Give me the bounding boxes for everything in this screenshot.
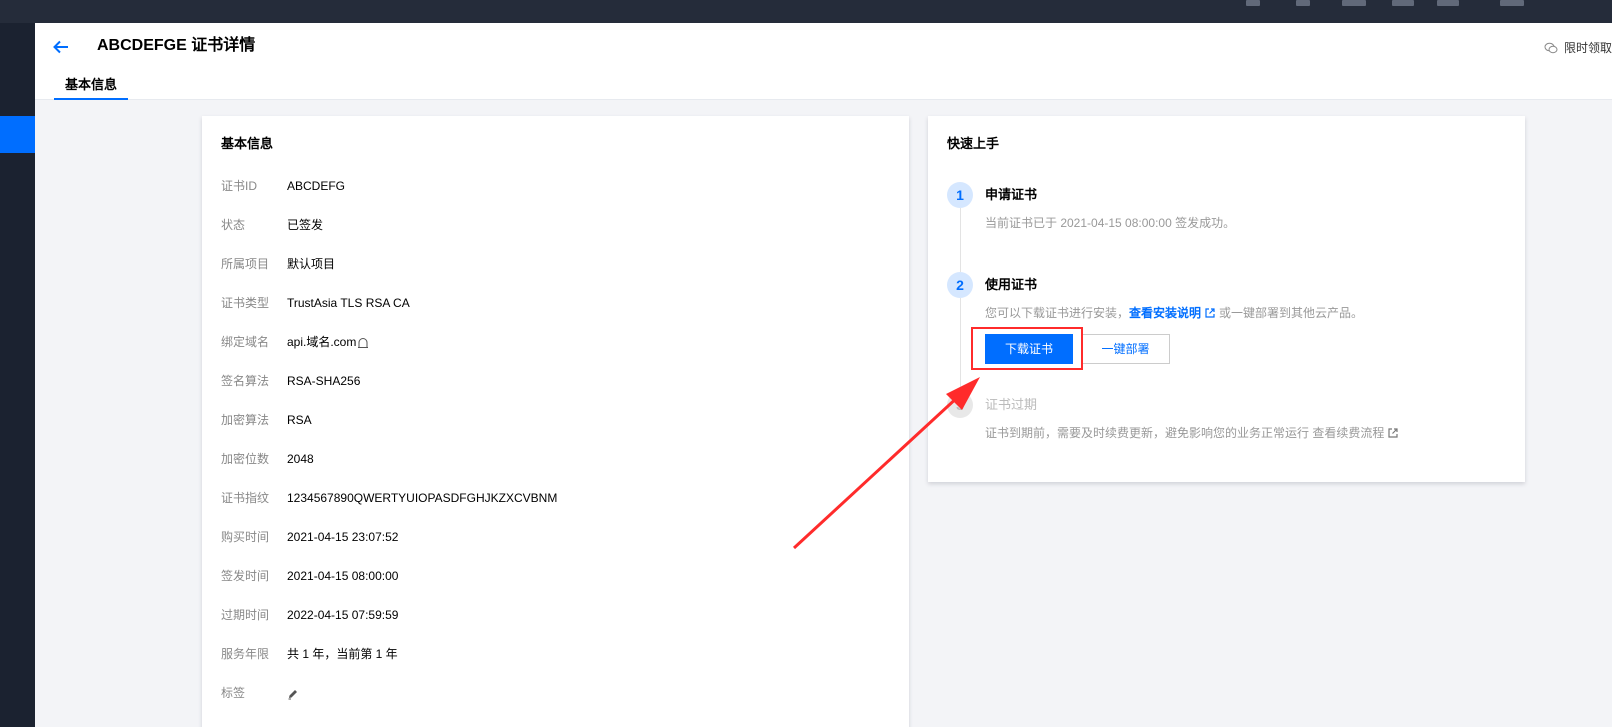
info-value: 默认项目 <box>287 257 336 271</box>
topbar-icon[interactable] <box>1296 0 1310 6</box>
info-value: RSA-SHA256 <box>287 374 361 388</box>
wechat-icon <box>1544 42 1558 53</box>
basic-info-card: 基本信息 证书ID ABCDEFG 状态 已签发 所属项目 默认项目 证书类型 … <box>202 116 909 727</box>
step-desc: 您可以下载证书进行安装， 查看安装说明 或一键部署到其他云产品。 <box>985 305 1363 321</box>
step-desc: 当前证书已于 2021-04-15 08:00:00 签发成功。 <box>985 216 1236 230</box>
sidebar <box>0 23 35 727</box>
promo-label: 限时领取 <box>1563 41 1612 55</box>
step-desc: 证书到期前，需要及时续费更新，避免影响您的业务正常运行 查看续费流程 <box>985 425 1402 441</box>
install-guide-link[interactable]: 查看安装说明 <box>1129 305 1219 321</box>
info-label: 绑定域名 <box>221 335 270 349</box>
one-click-deploy-button[interactable]: 一键部署 <box>1081 334 1170 364</box>
step-desc-post: 或一键部署到其他云产品。 <box>1219 306 1364 320</box>
info-row-tags: 标签 <box>221 685 299 702</box>
info-value: 1234567890QWERTYUIOPASDFGHJKZXCVBNM <box>287 491 558 505</box>
info-label: 证书类型 <box>221 296 270 310</box>
step-number: 1 <box>947 182 973 208</box>
step-connector <box>960 298 961 394</box>
page-title: ABCDEFGE 证书详情 <box>97 37 256 54</box>
info-row-expire-time: 过期时间 2022-04-15 07:59:59 <box>221 607 398 624</box>
step-number: 2 <box>947 272 973 298</box>
basic-info-title: 基本信息 <box>221 136 274 151</box>
sidebar-item-active[interactable] <box>0 116 35 153</box>
topbar-link[interactable] <box>1437 0 1459 6</box>
info-row-key-bits: 加密位数 2048 <box>221 451 314 468</box>
promo-link[interactable]: 限时领取 <box>1544 39 1612 56</box>
info-value: 已签发 <box>287 218 324 232</box>
topbar-icon[interactable] <box>1246 0 1260 6</box>
copy-icon[interactable] <box>357 337 369 349</box>
info-row-sign-algo: 签名算法 RSA-SHA256 <box>221 373 360 390</box>
info-label: 所属项目 <box>221 257 270 271</box>
page-header: ABCDEFGE 证书详情 限时领取 基本信息 <box>35 23 1612 100</box>
info-value: 共 1 年，当前第 1 年 <box>287 647 398 661</box>
back-arrow-icon[interactable] <box>52 38 70 56</box>
info-row-cert-id: 证书ID ABCDEFG <box>221 178 345 195</box>
info-label: 加密算法 <box>221 413 270 427</box>
tab-basic-info[interactable]: 基本信息 <box>54 74 128 100</box>
info-value: 2022-04-15 07:59:59 <box>287 608 399 622</box>
step-number: 3 <box>947 392 973 418</box>
info-value: ABCDEFG <box>287 179 346 193</box>
info-value: 2021-04-15 23:07:52 <box>287 530 399 544</box>
step-title: 使用证书 <box>985 277 1038 292</box>
topbar-link[interactable] <box>1342 0 1366 6</box>
external-link-icon[interactable] <box>1388 428 1398 438</box>
topbar-link[interactable] <box>1392 0 1414 6</box>
info-label: 证书ID <box>221 179 258 193</box>
info-label: 购买时间 <box>221 530 270 544</box>
topbar-link[interactable] <box>1500 0 1524 6</box>
info-label: 签名算法 <box>221 374 270 388</box>
info-row-cert-type: 证书类型 TrustAsia TLS RSA CA <box>221 295 410 312</box>
info-row-issue-time: 签发时间 2021-04-15 08:00:00 <box>221 568 398 585</box>
info-value: api.域名.com <box>287 334 369 351</box>
top-nav-bar <box>0 0 1612 23</box>
info-row-purchase-time: 购买时间 2021-04-15 23:07:52 <box>221 529 398 546</box>
highlight-box <box>971 327 1083 370</box>
quick-start-title: 快速上手 <box>947 136 1000 151</box>
step-title: 证书过期 <box>985 397 1038 412</box>
info-label: 加密位数 <box>221 452 270 466</box>
info-value: 2048 <box>287 452 314 466</box>
step-desc-text: 证书到期前，需要及时续费更新，避免影响您的业务正常运行 查看续费流程 <box>985 426 1385 440</box>
info-value <box>287 685 299 702</box>
step-connector <box>960 208 961 272</box>
external-link-icon <box>1205 308 1215 318</box>
info-label: 过期时间 <box>221 608 270 622</box>
info-value: RSA <box>287 413 312 427</box>
info-row-fingerprint: 证书指纹 1234567890QWERTYUIOPASDFGHJKZXCVBNM <box>221 490 557 507</box>
domain-value: api.域名.com <box>287 335 357 349</box>
info-row-enc-algo: 加密算法 RSA <box>221 412 312 429</box>
quick-start-card: 快速上手 1 申请证书 当前证书已于 2021-04-15 08:00:00 签… <box>928 116 1525 482</box>
info-row-project: 所属项目 默认项目 <box>221 256 335 273</box>
info-label: 证书指纹 <box>221 491 270 505</box>
info-row-domain: 绑定域名 api.域名.com <box>221 334 369 351</box>
info-label: 签发时间 <box>221 569 270 583</box>
info-row-status: 状态 已签发 <box>221 217 323 234</box>
info-value: 2021-04-15 08:00:00 <box>287 569 399 583</box>
step-title: 申请证书 <box>985 187 1038 202</box>
info-label: 状态 <box>221 218 246 232</box>
install-guide-link-label: 查看安装说明 <box>1129 306 1202 320</box>
step-desc-pre: 您可以下载证书进行安装， <box>985 306 1130 320</box>
edit-pencil-icon[interactable] <box>287 688 299 700</box>
info-label: 标签 <box>221 686 246 700</box>
info-label: 服务年限 <box>221 647 270 661</box>
info-value: TrustAsia TLS RSA CA <box>287 296 410 310</box>
info-row-service-years: 服务年限 共 1 年，当前第 1 年 <box>221 646 398 663</box>
